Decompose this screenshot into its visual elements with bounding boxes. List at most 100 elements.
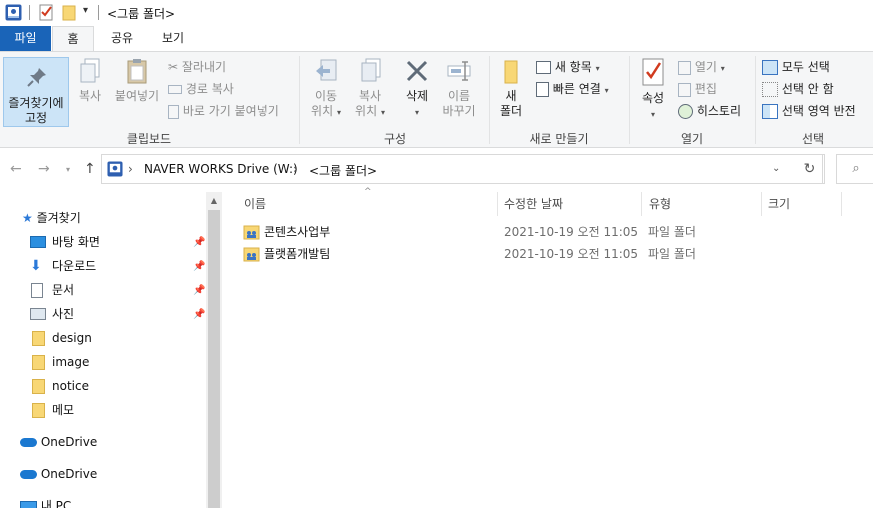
nav-scrollbar[interactable]: ▲ — [206, 192, 222, 508]
nav-item-label: design — [52, 331, 92, 345]
ribbon: 즐겨찾기에 고정 복사 붙여넣기 ✂ 잘라내기 경로 복사 바로 가기 붙여넣기… — [0, 51, 873, 148]
copy-icon — [80, 58, 100, 83]
nav-quick-access[interactable]: ★ 즐겨찾기 — [22, 207, 81, 229]
nav-this-pc[interactable]: 내 PC — [20, 495, 71, 508]
copy-button[interactable]: 복사 — [72, 57, 108, 104]
nav-item-pictures[interactable]: 사진 — [30, 303, 206, 325]
edit-button[interactable]: 편집 — [678, 79, 717, 99]
nav-this-pc-label: 내 PC — [40, 499, 72, 508]
nav-item-label: 문서 — [52, 283, 75, 297]
delete-x-icon — [406, 60, 428, 82]
copy-path-label: 경로 복사 — [185, 82, 234, 96]
breadcrumb-drive[interactable]: NAVER WORKS Drive (W:) — [144, 162, 298, 176]
select-all-icon — [762, 60, 778, 75]
nav-item-memo[interactable]: 메모 — [30, 399, 206, 421]
address-bar[interactable]: › NAVER WORKS Drive (W:) › <그룹 폴더> ⌄ — [101, 154, 823, 184]
breadcrumb-separator-icon[interactable]: › — [128, 162, 133, 176]
nav-item-label: image — [52, 355, 90, 369]
customize-toolbar-icon[interactable]: ▾ — [83, 5, 88, 16]
move-to-button[interactable]: 이동 위치 ▾ — [305, 57, 347, 120]
select-none-label: 선택 안 함 — [781, 82, 834, 96]
file-row[interactable]: 플랫폼개발팀 2021-10-19 오전 11:05 파일 폴더 — [240, 243, 800, 265]
nav-item-label: 메모 — [52, 403, 75, 417]
shared-folder-icon — [243, 247, 260, 262]
pinned-icon: 📌 — [193, 261, 206, 272]
file-name: 콘텐츠사업부 — [264, 225, 331, 239]
forward-arrow-icon[interactable]: → — [38, 161, 50, 177]
organize-group-label: 구성 — [383, 132, 407, 146]
edit-icon — [678, 82, 691, 97]
title-bar: ▾ <그룹 폴더> — [0, 0, 873, 26]
paste-button[interactable]: 붙여넣기 — [110, 57, 164, 104]
nav-item-label: 다운로드 — [52, 259, 97, 273]
pin-to-quick-access-button[interactable]: 즐겨찾기에 고정 — [3, 57, 69, 127]
ribbon-tabs: 파일 홈 공유 보기 — [0, 26, 873, 52]
move-to-label-2: 위치 — [311, 104, 334, 118]
breadcrumb-group-folder[interactable]: <그룹 폴더> — [309, 162, 377, 179]
select-group-label: 선택 — [801, 132, 825, 146]
invert-selection-button[interactable]: 선택 영역 반전 — [762, 101, 856, 121]
nav-onedrive-label: OneDrive — [40, 467, 98, 481]
easy-access-icon — [536, 82, 549, 97]
nav-item-documents[interactable]: 문서 — [30, 279, 206, 301]
nav-item-image[interactable]: image — [30, 351, 206, 373]
cut-button[interactable]: ✂ 잘라내기 — [168, 57, 226, 77]
recent-locations-chevron-icon[interactable]: ▾ — [66, 165, 70, 174]
file-row[interactable]: 콘텐츠사업부 2021-10-19 오전 11:05 파일 폴더 — [240, 221, 800, 243]
paste-label: 붙여넣기 — [114, 89, 160, 103]
tab-view[interactable]: 보기 — [152, 26, 194, 51]
nav-item-label: 바탕 화면 — [52, 235, 100, 249]
address-dropdown-chevron-icon[interactable]: ⌄ — [772, 163, 780, 174]
new-item-button[interactable]: 새 항목 ▾ — [536, 57, 600, 77]
file-date: 2021-10-19 오전 11:05 — [504, 247, 639, 261]
history-button[interactable]: 히스토리 — [678, 101, 741, 121]
nav-item-notice[interactable]: notice — [30, 375, 206, 397]
open-button[interactable]: 열기 ▾ — [678, 57, 725, 77]
delete-button[interactable]: 삭제 ▾ — [396, 57, 438, 120]
history-label: 히스토리 — [696, 104, 741, 118]
nav-onedrive-1[interactable]: OneDrive — [20, 431, 97, 453]
scroll-up-arrow-icon[interactable]: ▲ — [206, 192, 222, 209]
breadcrumb-separator-icon[interactable]: › — [293, 162, 298, 176]
pinned-icon: 📌 — [193, 309, 206, 320]
folder-icon — [32, 379, 45, 394]
file-type: 파일 폴더 — [648, 247, 696, 261]
nav-onedrive-2[interactable]: OneDrive — [20, 463, 97, 485]
up-arrow-icon[interactable]: ↑ — [84, 161, 96, 177]
tab-file[interactable]: 파일 — [0, 26, 51, 51]
scroll-thumb[interactable] — [208, 210, 220, 508]
rename-button[interactable]: 이름 바꾸기 — [438, 57, 480, 119]
desktop-icon — [30, 236, 46, 248]
search-box[interactable]: ⌕ — [836, 154, 873, 184]
nav-item-design[interactable]: design — [30, 327, 206, 349]
column-header-date[interactable]: 수정한 날짜 — [504, 192, 563, 216]
properties-check-icon[interactable] — [38, 4, 55, 21]
column-header-type[interactable]: 유형 — [649, 192, 671, 216]
cloud-icon — [20, 438, 37, 447]
nav-item-downloads[interactable]: ⬇ 다운로드 — [30, 255, 206, 277]
paste-shortcut-button[interactable]: 바로 가기 붙여넣기 — [168, 101, 279, 121]
new-folder-icon[interactable] — [61, 4, 78, 21]
tab-share[interactable]: 공유 — [101, 26, 143, 51]
properties-button[interactable]: 속성 ▾ — [634, 57, 672, 122]
select-none-button[interactable]: 선택 안 함 — [762, 79, 834, 99]
nav-item-desktop[interactable]: 바탕 화면 — [30, 231, 206, 253]
column-header-size[interactable]: 크기 — [768, 192, 790, 216]
easy-access-button[interactable]: 빠른 연결 ▾ — [536, 79, 609, 99]
copy-path-button[interactable]: 경로 복사 — [168, 79, 234, 99]
tab-home[interactable]: 홈 — [52, 26, 94, 52]
drive-app-icon[interactable] — [5, 4, 22, 21]
paste-shortcut-icon — [168, 104, 179, 119]
new-folder-button[interactable]: 새 폴더 — [493, 57, 529, 119]
history-clock-icon — [678, 104, 693, 119]
back-arrow-icon[interactable]: ← — [10, 161, 22, 177]
refresh-icon[interactable]: ↻ — [795, 154, 825, 184]
column-header-name[interactable]: 이름 — [244, 192, 266, 216]
folder-icon — [32, 355, 45, 370]
folder-icon — [504, 60, 518, 84]
copy-to-button[interactable]: 복사 위치 ▾ — [349, 57, 391, 120]
open-label: 열기 — [694, 60, 717, 74]
star-icon: ★ — [22, 211, 33, 225]
nav-onedrive-label: OneDrive — [40, 435, 98, 449]
select-all-button[interactable]: 모두 선택 — [762, 57, 830, 77]
